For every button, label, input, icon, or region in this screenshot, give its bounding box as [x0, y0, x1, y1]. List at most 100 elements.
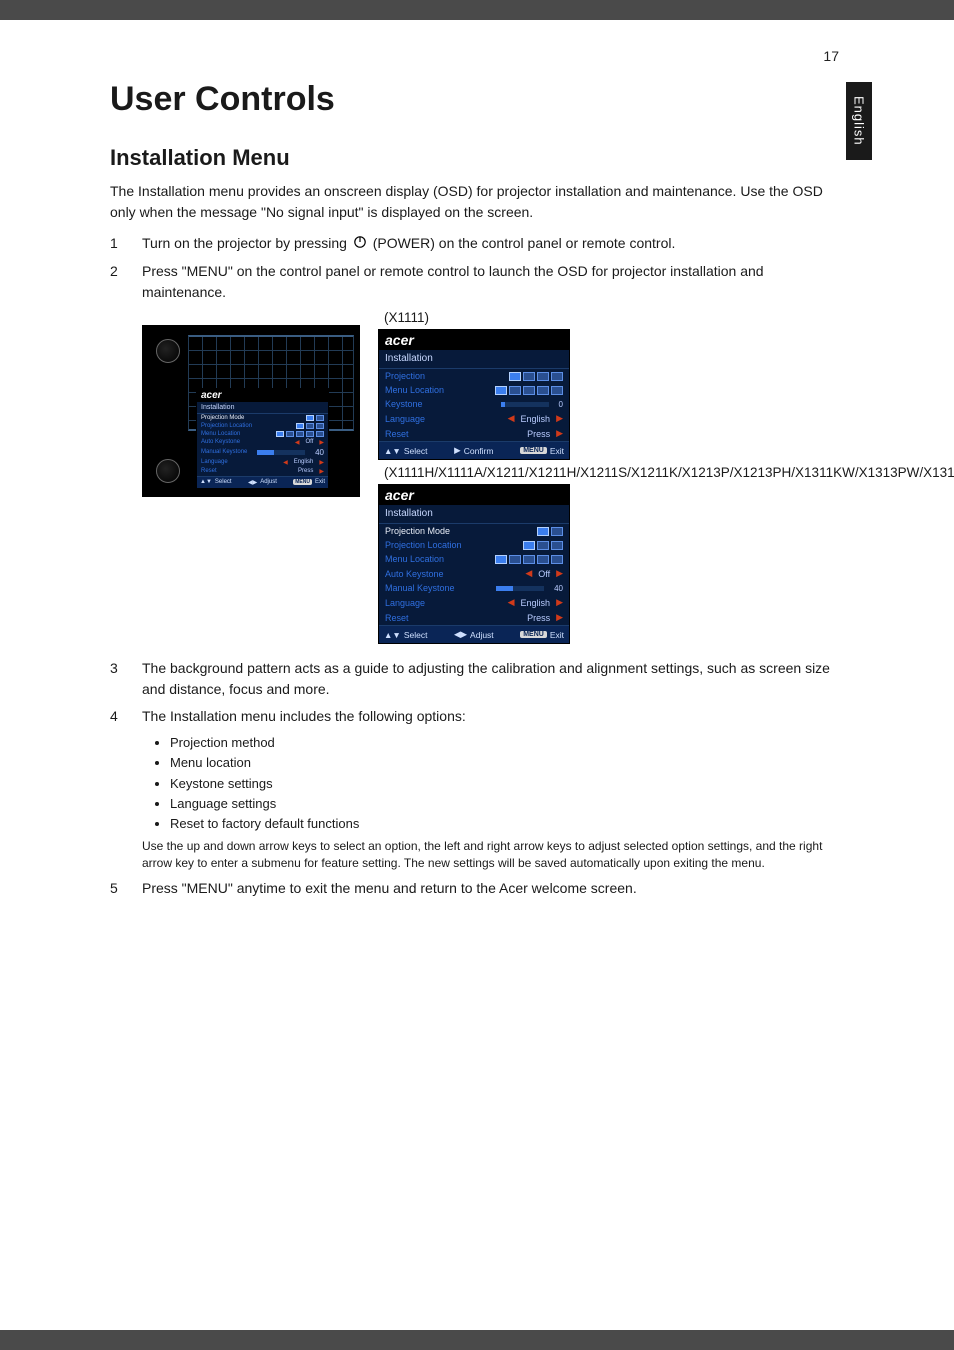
- osd-title: Installation: [197, 402, 328, 414]
- power-icon: [353, 234, 367, 255]
- osd-row[interactable]: ResetPress▶: [379, 610, 569, 625]
- osd-row[interactable]: Reset Press▶: [197, 467, 328, 476]
- osd-slider[interactable]: [257, 450, 305, 455]
- step-number: 1: [110, 233, 124, 255]
- menu-options-list: Projection method Menu location Keystone…: [142, 733, 844, 834]
- osd-option-icon[interactable]: [306, 415, 314, 421]
- step-1-text-a: Turn on the projector by pressing: [142, 235, 351, 251]
- osd-option-icon[interactable]: [316, 431, 324, 437]
- osd-option-icon[interactable]: [537, 527, 549, 536]
- projector-lens-icon: [156, 459, 180, 483]
- osd-panel-2[interactable]: acer Installation Projection ModeProject…: [378, 484, 570, 644]
- step-number: 2: [110, 261, 124, 303]
- osd-option-icon[interactable]: [509, 372, 521, 381]
- osd-row[interactable]: Language◀English▶: [379, 595, 569, 610]
- osd-option-icon[interactable]: [276, 431, 284, 437]
- figure-region: acer Installation Projection ModeProject…: [142, 309, 844, 644]
- osd-brand: acer: [379, 485, 569, 505]
- osd-option-icon[interactable]: [316, 423, 324, 429]
- osd-option-icon[interactable]: [495, 386, 507, 395]
- osd-option-icon[interactable]: [286, 431, 294, 437]
- arrow-left-icon[interactable]: ◀: [283, 459, 288, 466]
- osd-option-icon[interactable]: [537, 541, 549, 550]
- osd-slider[interactable]: [501, 402, 549, 407]
- osd-option-icon[interactable]: [523, 555, 535, 564]
- osd-row-value: Press▶: [298, 468, 324, 475]
- osd-row[interactable]: Projection Location: [379, 538, 569, 552]
- osd-row[interactable]: Menu Location: [379, 383, 569, 397]
- osd-row[interactable]: Menu Location: [197, 430, 328, 438]
- osd-row-label: Reset: [385, 613, 409, 623]
- arrow-right-icon[interactable]: ▶: [556, 428, 563, 439]
- intro-paragraph: The Installation menu provides an onscre…: [110, 181, 844, 223]
- osd-row-label: Projection Location: [385, 540, 462, 550]
- osd-option-icon[interactable]: [316, 415, 324, 421]
- osd-slider[interactable]: [496, 586, 544, 591]
- osd-row-label: Menu Location: [385, 554, 444, 564]
- osd-option-icon[interactable]: [551, 386, 563, 395]
- osd-footer: ▲▼ Select ▶ Confirm MENU Exit: [379, 441, 569, 459]
- osd-option-icon[interactable]: [551, 541, 563, 550]
- osd-option-icon[interactable]: [537, 386, 549, 395]
- osd-row-value: [495, 386, 563, 395]
- osd-panel-embedded[interactable]: acer Installation Projection ModeProject…: [196, 388, 329, 489]
- osd-row[interactable]: Language◀English▶: [379, 411, 569, 426]
- arrow-right-icon[interactable]: ▶: [556, 568, 563, 579]
- osd-option-icon[interactable]: [509, 386, 521, 395]
- osd-row-label: Manual Keystone: [385, 583, 455, 593]
- step-4-note: Use the up and down arrow keys to select…: [142, 838, 844, 872]
- osd-option-icon[interactable]: [551, 555, 563, 564]
- osd-row[interactable]: Manual Keystone40: [379, 581, 569, 595]
- osd-row[interactable]: Auto Keystone◀Off▶: [379, 566, 569, 581]
- osd-row[interactable]: ResetPress▶: [379, 426, 569, 441]
- arrow-right-icon[interactable]: ▶: [556, 597, 563, 608]
- step-4: 4 The Installation menu includes the fol…: [110, 706, 844, 871]
- osd-row[interactable]: Menu Location: [379, 552, 569, 566]
- osd-row-value: [523, 541, 563, 550]
- list-item: Menu location: [170, 753, 844, 773]
- osd-option-icon[interactable]: [523, 541, 535, 550]
- section-title: Installation Menu: [110, 145, 844, 171]
- osd-row-label: Reset: [201, 468, 217, 474]
- osd-row-label: Auto Keystone: [201, 439, 240, 445]
- osd-option-icon[interactable]: [537, 555, 549, 564]
- arrow-right-icon[interactable]: ▶: [319, 439, 324, 446]
- osd-row-label: Menu Location: [201, 431, 240, 437]
- osd-option-icon[interactable]: [551, 527, 563, 536]
- arrow-right-icon[interactable]: ▶: [319, 468, 324, 475]
- osd-row-label: Keystone: [385, 399, 423, 409]
- list-item: Keystone settings: [170, 774, 844, 794]
- arrow-right-icon[interactable]: ▶: [556, 413, 563, 424]
- osd-option-icon[interactable]: [306, 431, 314, 437]
- osd-option-icon[interactable]: [523, 386, 535, 395]
- osd-option-icon[interactable]: [551, 372, 563, 381]
- osd-row[interactable]: Projection: [379, 369, 569, 383]
- osd-footer: ▲▼ Select ◀▶ Adjust MENU Exit: [379, 625, 569, 643]
- osd-row[interactable]: Projection Location: [197, 422, 328, 430]
- osd-option-icon[interactable]: [306, 423, 314, 429]
- osd-option-icon[interactable]: [495, 555, 507, 564]
- osd-row-value: [537, 527, 563, 536]
- arrow-right-icon[interactable]: ▶: [319, 459, 324, 466]
- osd-option-icon[interactable]: [537, 372, 549, 381]
- osd-option-icon[interactable]: [296, 431, 304, 437]
- arrow-left-icon[interactable]: ◀: [508, 413, 515, 424]
- arrow-left-icon[interactable]: ◀: [525, 568, 532, 579]
- osd-option-icon[interactable]: [509, 555, 521, 564]
- osd-row[interactable]: Projection Mode: [379, 524, 569, 538]
- osd-row-value: [495, 555, 563, 564]
- osd-brand: acer: [379, 330, 569, 350]
- osd-row[interactable]: Language◀English▶: [197, 458, 328, 467]
- osd-row[interactable]: Keystone0: [379, 397, 569, 411]
- osd-option-icon[interactable]: [296, 423, 304, 429]
- arrow-left-icon[interactable]: ◀: [508, 597, 515, 608]
- osd-row[interactable]: Auto Keystone◀Off▶: [197, 438, 328, 447]
- osd-row-value: ◀English▶: [508, 597, 563, 608]
- osd-row-label: Projection Mode: [385, 526, 450, 536]
- osd-option-icon[interactable]: [523, 372, 535, 381]
- osd-row[interactable]: Manual Keystone40: [197, 447, 328, 458]
- arrow-right-icon[interactable]: ▶: [556, 612, 563, 623]
- osd-panel-1[interactable]: acer Installation ProjectionMenu Locatio…: [378, 329, 570, 460]
- arrow-left-icon[interactable]: ◀: [295, 439, 300, 446]
- osd-row[interactable]: Projection Mode: [197, 414, 328, 422]
